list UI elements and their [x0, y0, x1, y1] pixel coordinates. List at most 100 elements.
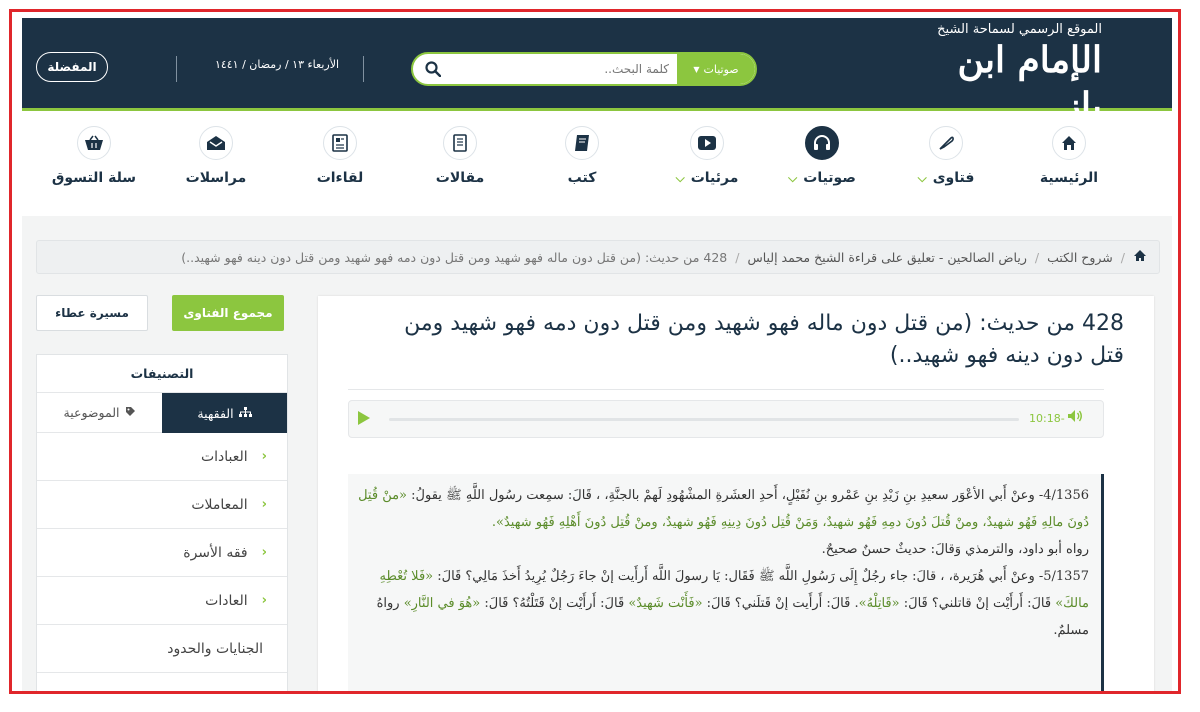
book-icon: [565, 126, 599, 160]
nav-item-video[interactable]: مرئيات ⌵: [652, 126, 762, 186]
category-item-crimes[interactable]: الجنايات والحدود: [37, 625, 287, 673]
feather-icon: [929, 126, 963, 160]
breadcrumb: / شروح الكتب / رياض الصالحين - تعليق على…: [36, 240, 1160, 274]
breadcrumb-separator: /: [1034, 249, 1040, 265]
nav-label: مرئيات ⌵: [652, 170, 762, 186]
caret-down-icon: ▼: [693, 64, 700, 74]
volume-icon[interactable]: [1067, 409, 1083, 427]
hadith-text: 4/1356- وعنْ أَبي الأعْوَر سعيدِ بنِ زَي…: [348, 474, 1104, 691]
hijri-date: الأربعاء ١٣ / رمضان / ١٤٤١: [214, 58, 340, 71]
nav-label: مقالات: [435, 170, 485, 186]
home-icon[interactable]: [1133, 249, 1147, 266]
chevron-down-icon: ⌵: [675, 171, 685, 185]
chevron-down-icon: ⌵: [788, 171, 798, 185]
categories-title: التصنيفات: [37, 355, 287, 393]
categories-panel: التصنيفات الموضوعية الفقهية ‹ العبادات ‹…: [36, 354, 288, 691]
tab-fiqh[interactable]: الفقهية: [162, 393, 287, 433]
category-label: المعاملات: [191, 496, 248, 513]
nav-label-text: صوتيات: [803, 170, 856, 186]
search-category-label: صوتيات: [703, 62, 739, 76]
breadcrumb-current: 428 من حديث: (من قتل دون ماله فهو شهيد و…: [181, 249, 728, 265]
nav-label: صوتيات ⌵: [767, 170, 877, 186]
hadith-quote: «فَأَنْت شَهيدٌ»: [628, 596, 703, 611]
page: الموقع الرسمي لسماحة الشيخ الإمام ابن با…: [22, 18, 1172, 691]
chevron-left-icon: ‹: [261, 593, 267, 608]
nav-label: فتاوى ⌵: [891, 170, 1001, 186]
progress-track[interactable]: [389, 418, 1019, 421]
category-label: الجنايات والحدود: [167, 640, 263, 657]
nav-label: الرئيسية: [1039, 170, 1099, 186]
nav-label: كتب: [567, 170, 597, 186]
category-label: فقه الأسرة: [183, 544, 248, 561]
search-button[interactable]: [413, 54, 453, 84]
search-bar: صوتيات ▼: [411, 52, 757, 86]
search-icon: [425, 61, 441, 77]
logo-subtitle: الموقع الرسمي لسماحة الشيخ: [937, 22, 1102, 37]
basket-icon: [77, 126, 111, 160]
category-item-worship[interactable]: ‹ العبادات: [37, 433, 287, 481]
tab-label: الفقهية: [197, 405, 234, 421]
nav-label: مراسلات: [185, 170, 247, 186]
masira-button[interactable]: مسيرة عطاء: [36, 295, 148, 331]
hadith-quote: «قَاتِلْهُ»: [858, 596, 900, 611]
nav-item-cart[interactable]: سلة التسوق: [39, 126, 149, 186]
newspaper-icon: [323, 126, 357, 160]
hadith-text-part: . قَالَ: أَرأَيت إنْ قَتلَني؟ قَالَ:: [702, 596, 859, 611]
nav-label: لقاءات: [316, 170, 364, 186]
hadith-text-part: 5/1357- وعنْ أَبي هُرَيرة، ، قالَ: جاء ر…: [433, 569, 1089, 584]
screenshot-frame: الموقع الرسمي لسماحة الشيخ الإمام ابن با…: [9, 9, 1181, 694]
category-item-customs[interactable]: ‹ العادات: [37, 577, 287, 625]
nav-item-articles[interactable]: مقالات: [405, 126, 515, 186]
site-header: الموقع الرسمي لسماحة الشيخ الإمام ابن با…: [22, 18, 1172, 127]
audio-player: 10:18-: [348, 400, 1104, 438]
headphones-icon: [805, 126, 839, 160]
chevron-left-icon: ‹: [261, 497, 267, 512]
header-divider: [176, 56, 177, 82]
main-nav: الرئيسية فتاوى⌵ صوتيات ⌵ مرئيات ⌵ كتب مقال…: [22, 114, 1172, 216]
chevron-down-icon: ⌵: [917, 171, 927, 185]
nav-label-text: مرئيات: [690, 170, 739, 186]
header-divider: [363, 56, 364, 82]
play-icon[interactable]: [357, 410, 375, 428]
lesson-card: 428 من حديث: (من قتل دون ماله فهو شهيد و…: [318, 296, 1154, 691]
category-label: العبادات: [200, 448, 248, 465]
nav-item-audio[interactable]: صوتيات ⌵: [767, 126, 877, 186]
fatawa-collection-button[interactable]: مجموع الفتاوى: [172, 295, 284, 331]
breadcrumb-separator: /: [1120, 249, 1125, 265]
nav-label: سلة التسوق: [51, 170, 137, 186]
nav-item-home[interactable]: الرئيسية: [1014, 126, 1124, 186]
search-input[interactable]: [455, 54, 675, 84]
chevron-left-icon: ‹: [261, 449, 267, 464]
nav-item-fatawa[interactable]: فتاوى ⌵: [891, 126, 1001, 186]
hadith-quote: «هُوَ في النَّارِ»: [403, 596, 481, 611]
tab-label: الموضوعية: [63, 405, 120, 420]
hadith-text-part: قَالَ: أَرأَيْت إنْ قاتلني؟ قَالَ:: [899, 596, 1056, 611]
nav-item-books[interactable]: كتب: [527, 126, 637, 186]
site-logo[interactable]: الموقع الرسمي لسماحة الشيخ الإمام ابن با…: [912, 22, 1103, 127]
home-icon: [1052, 126, 1086, 160]
category-label: العادات: [205, 592, 248, 609]
favorites-button[interactable]: المفضلة: [36, 52, 108, 82]
breadcrumb-link[interactable]: رياض الصالحين - تعليق على قراءة الشيخ مح…: [747, 250, 1026, 265]
categories-tabs: الموضوعية الفقهية: [37, 393, 287, 433]
nav-item-correspondence[interactable]: مراسلات: [161, 126, 271, 186]
sitemap-icon: [238, 406, 252, 421]
hadith-source: رواه أبو داود، والترمذي وَقالَ: حديثٌ حس…: [821, 542, 1089, 557]
tag-icon: [125, 405, 136, 420]
category-item-transactions[interactable]: ‹ المعاملات: [37, 481, 287, 529]
mail-icon: [199, 126, 233, 160]
category-item-family[interactable]: ‹ فقه الأسرة: [37, 529, 287, 577]
search-category-select[interactable]: صوتيات ▼: [677, 54, 755, 84]
tab-topical[interactable]: الموضوعية: [37, 393, 162, 433]
video-icon: [690, 126, 724, 160]
breadcrumb-separator: /: [735, 249, 740, 265]
divider: [348, 389, 1104, 390]
time-remaining: 10:18-: [1029, 412, 1065, 425]
article-icon: [443, 126, 477, 160]
chevron-left-icon: ‹: [261, 545, 267, 560]
breadcrumb-link[interactable]: شروح الكتب: [1047, 250, 1113, 265]
hadith-text-part: قَالَ: أَرأَيْت إنْ قَتَلْتُهُ؟ قَالَ:: [480, 596, 629, 611]
nav-item-interviews[interactable]: لقاءات: [285, 126, 395, 186]
page-title: 428 من حديث: (من قتل دون ماله فهو شهيد و…: [404, 311, 1124, 368]
hadith-text-part: 4/1356- وعنْ أَبي الأعْوَر سعيدِ بنِ زَي…: [407, 488, 1089, 503]
